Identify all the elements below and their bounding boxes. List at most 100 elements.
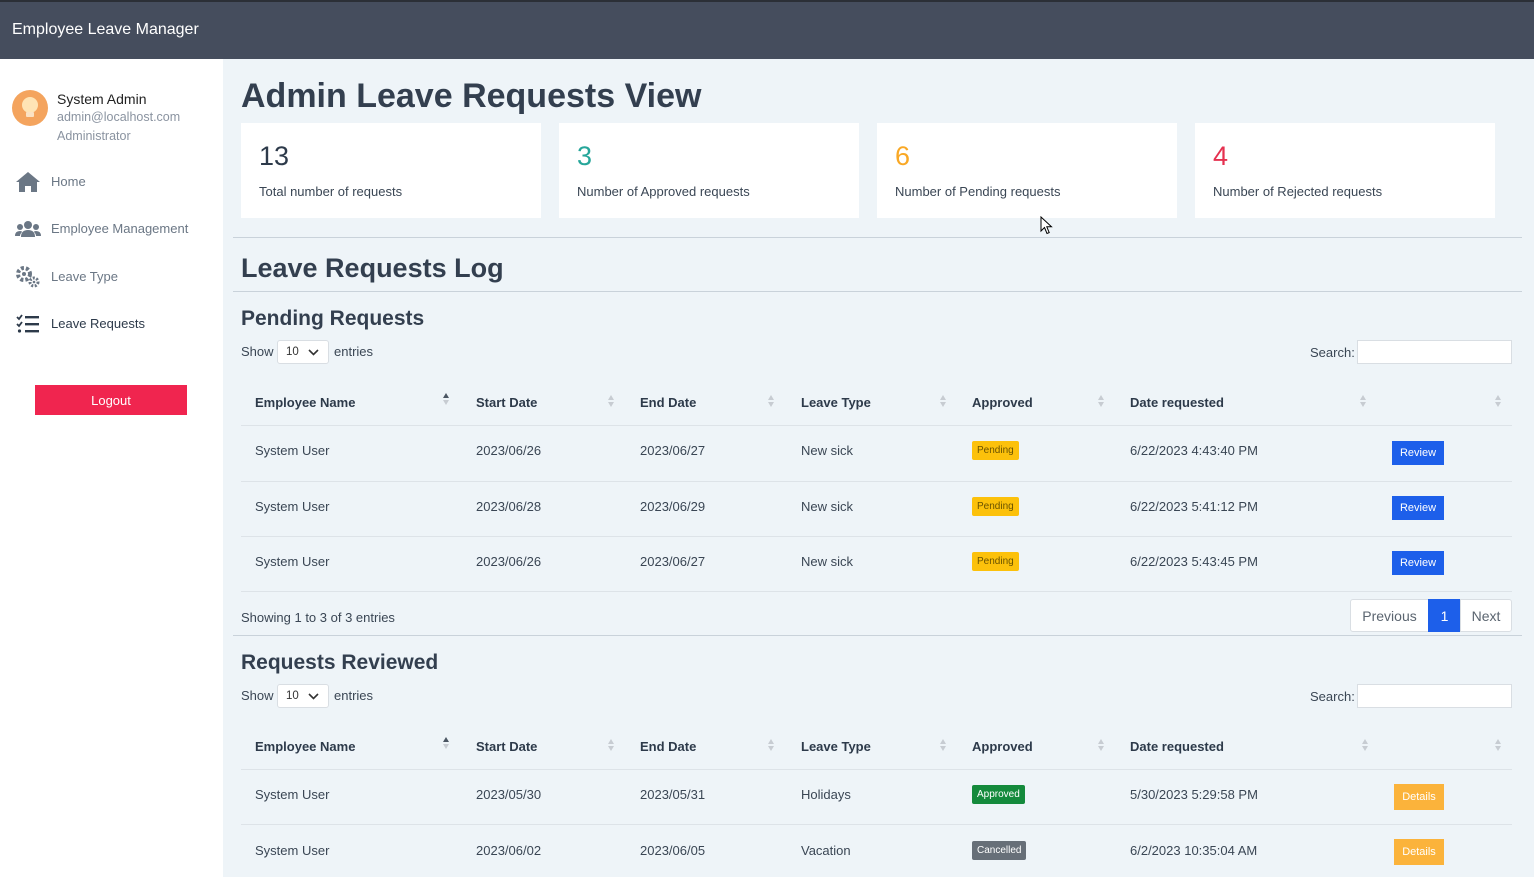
col-employee-name[interactable]: Employee Name	[255, 395, 355, 410]
divider	[233, 237, 1522, 238]
entries-label: entries	[334, 688, 374, 703]
col-leave-type[interactable]: Leave Type	[801, 395, 871, 410]
cell-start-date: 2023/06/26	[476, 554, 542, 569]
sort-icon[interactable]	[1098, 395, 1106, 407]
details-button[interactable]: Details	[1394, 784, 1444, 810]
cell-end-date: 2023/05/31	[640, 787, 706, 802]
app-title[interactable]: Employee Leave Manager	[12, 21, 199, 39]
cell-leave-type: New sick	[801, 554, 854, 569]
stat-card-pending: 6 Number of Pending requests	[877, 123, 1177, 218]
col-date-requested[interactable]: Date requested	[1130, 395, 1224, 410]
stat-label: Number of Approved requests	[577, 184, 750, 199]
cell-start-date: 2023/05/30	[476, 787, 542, 802]
col-start-date[interactable]: Start Date	[476, 395, 537, 410]
sort-icon[interactable]	[1098, 739, 1106, 751]
details-button[interactable]: Details	[1394, 839, 1444, 865]
search-label: Search:	[1310, 345, 1355, 360]
review-button[interactable]: Review	[1392, 496, 1444, 520]
cell-end-date: 2023/06/27	[640, 554, 706, 569]
cell-date-requested: 5/30/2023 5:29:58 PM	[1130, 787, 1258, 802]
users-icon	[15, 221, 41, 237]
cell-date-requested: 6/22/2023 4:43:40 PM	[1130, 443, 1258, 458]
col-end-date[interactable]: End Date	[640, 395, 696, 410]
reviewed-search-input[interactable]	[1357, 684, 1512, 708]
pagination-next[interactable]: Next	[1460, 599, 1512, 632]
status-badge: Cancelled	[972, 841, 1027, 860]
col-employee-name[interactable]: Employee Name	[255, 739, 355, 754]
page-size-select[interactable]: 10	[277, 684, 329, 708]
cell-date-requested: 6/22/2023 5:43:45 PM	[1130, 554, 1258, 569]
pagination-previous[interactable]: Previous	[1350, 599, 1429, 632]
sidebar-item-leave-type[interactable]: Leave Type	[0, 260, 223, 294]
sort-icon[interactable]	[1495, 395, 1503, 407]
avatar	[12, 90, 48, 126]
stat-label: Number of Pending requests	[895, 184, 1061, 199]
sort-asc-icon[interactable]	[443, 393, 451, 405]
sort-icon[interactable]	[1360, 395, 1368, 407]
pagination-page-1[interactable]: 1	[1428, 599, 1461, 632]
sidebar: System Admin admin@localhost.com Adminis…	[0, 59, 223, 877]
status-badge: Pending	[972, 552, 1019, 571]
cell-leave-type: Holidays	[801, 787, 851, 802]
sort-asc-icon[interactable]	[443, 737, 451, 749]
tasks-icon	[16, 314, 39, 333]
search-label: Search:	[1310, 689, 1355, 704]
mouse-cursor-icon	[1040, 216, 1053, 235]
sort-icon[interactable]	[940, 395, 948, 407]
show-label: Show	[241, 344, 274, 359]
stat-card-rejected: 4 Number of Rejected requests	[1195, 123, 1495, 218]
stat-value: 3	[577, 141, 593, 171]
page-size-select[interactable]: 10	[277, 340, 329, 364]
sort-icon[interactable]	[608, 395, 616, 407]
top-navbar: Employee Leave Manager	[0, 0, 1534, 59]
pending-requests-title: Pending Requests	[241, 307, 425, 330]
chevron-down-icon	[308, 693, 319, 700]
cell-leave-type: New sick	[801, 443, 854, 458]
cell-employee: System User	[255, 499, 330, 514]
user-email: admin@localhost.com	[57, 110, 181, 124]
col-leave-type[interactable]: Leave Type	[801, 739, 871, 754]
col-end-date[interactable]: End Date	[640, 739, 696, 754]
sort-icon[interactable]	[768, 739, 776, 751]
divider	[233, 635, 1522, 636]
review-button[interactable]: Review	[1392, 551, 1444, 575]
col-approved[interactable]: Approved	[972, 395, 1033, 410]
status-badge: Approved	[972, 785, 1025, 804]
status-badge: Pending	[972, 497, 1019, 516]
cell-employee: System User	[255, 554, 330, 569]
sort-icon[interactable]	[768, 395, 776, 407]
sort-icon[interactable]	[608, 739, 616, 751]
log-title: Leave Requests Log	[241, 253, 504, 283]
cell-end-date: 2023/06/05	[640, 843, 706, 858]
home-icon	[16, 172, 40, 192]
page-title: Admin Leave Requests View	[241, 77, 702, 115]
stat-value: 13	[259, 141, 290, 171]
col-start-date[interactable]: Start Date	[476, 739, 537, 754]
stat-value: 6	[895, 141, 911, 171]
divider	[233, 291, 1522, 292]
stat-label: Total number of requests	[259, 184, 403, 199]
sort-icon[interactable]	[940, 739, 948, 751]
cell-employee: System User	[255, 843, 330, 858]
chevron-down-icon	[308, 349, 319, 356]
status-badge: Pending	[972, 441, 1019, 460]
requests-reviewed-title: Requests Reviewed	[241, 651, 439, 674]
col-date-requested[interactable]: Date requested	[1130, 739, 1224, 754]
sidebar-item-leave-requests[interactable]: Leave Requests	[0, 307, 223, 341]
cell-leave-type: New sick	[801, 499, 854, 514]
stat-label: Number of Rejected requests	[1213, 184, 1383, 199]
review-button[interactable]: Review	[1392, 441, 1444, 465]
stat-card-total: 13 Total number of requests	[241, 123, 541, 218]
sidebar-item-home[interactable]: Home	[0, 165, 223, 199]
cell-employee: System User	[255, 443, 330, 458]
sidebar-item-employee-management[interactable]: Employee Management	[0, 212, 223, 246]
pending-search-input[interactable]	[1357, 340, 1512, 364]
lightbulb-icon	[22, 97, 38, 113]
logout-button[interactable]: Logout	[35, 385, 187, 415]
sort-icon[interactable]	[1362, 739, 1370, 751]
stat-value: 4	[1213, 141, 1229, 171]
entries-label: entries	[334, 344, 374, 359]
col-approved[interactable]: Approved	[972, 739, 1033, 754]
sort-icon[interactable]	[1495, 739, 1503, 751]
cell-leave-type: Vacation	[801, 843, 851, 858]
